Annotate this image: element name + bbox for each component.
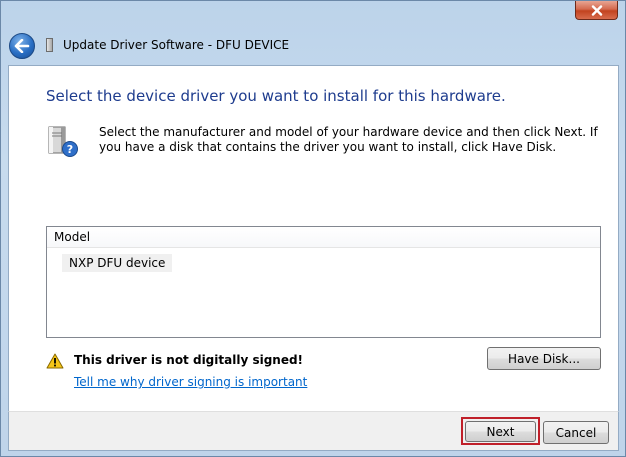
warning-icon [46, 353, 64, 369]
dialog-window: Update Driver Software - DFU DEVICE Sele… [0, 0, 626, 457]
window-title: Update Driver Software - DFU DEVICE [63, 38, 290, 52]
close-button[interactable] [575, 1, 618, 20]
have-disk-button[interactable]: Have Disk... [487, 347, 601, 370]
page-heading: Select the device driver you want to ins… [46, 87, 506, 105]
driver-signing-link[interactable]: Tell me why driver signing is important [74, 375, 307, 389]
content-panel: Select the device driver you want to ins… [8, 65, 619, 411]
cancel-button[interactable]: Cancel [543, 421, 609, 444]
unsigned-warning-text: This driver is not digitally signed! [74, 353, 304, 367]
back-arrow-icon [14, 39, 30, 53]
model-column-header[interactable]: Model [47, 227, 600, 248]
device-icon [46, 38, 53, 52]
back-button[interactable] [9, 33, 35, 59]
instruction-text: Select the manufacturer and model of you… [99, 125, 598, 154]
hardware-question-icon: ? [48, 126, 78, 157]
svg-text:?: ? [67, 143, 73, 156]
close-icon [591, 4, 602, 16]
model-list[interactable]: Model NXP DFU device [46, 226, 601, 338]
list-item[interactable]: NXP DFU device [62, 254, 173, 272]
next-button[interactable]: Next [465, 421, 536, 442]
